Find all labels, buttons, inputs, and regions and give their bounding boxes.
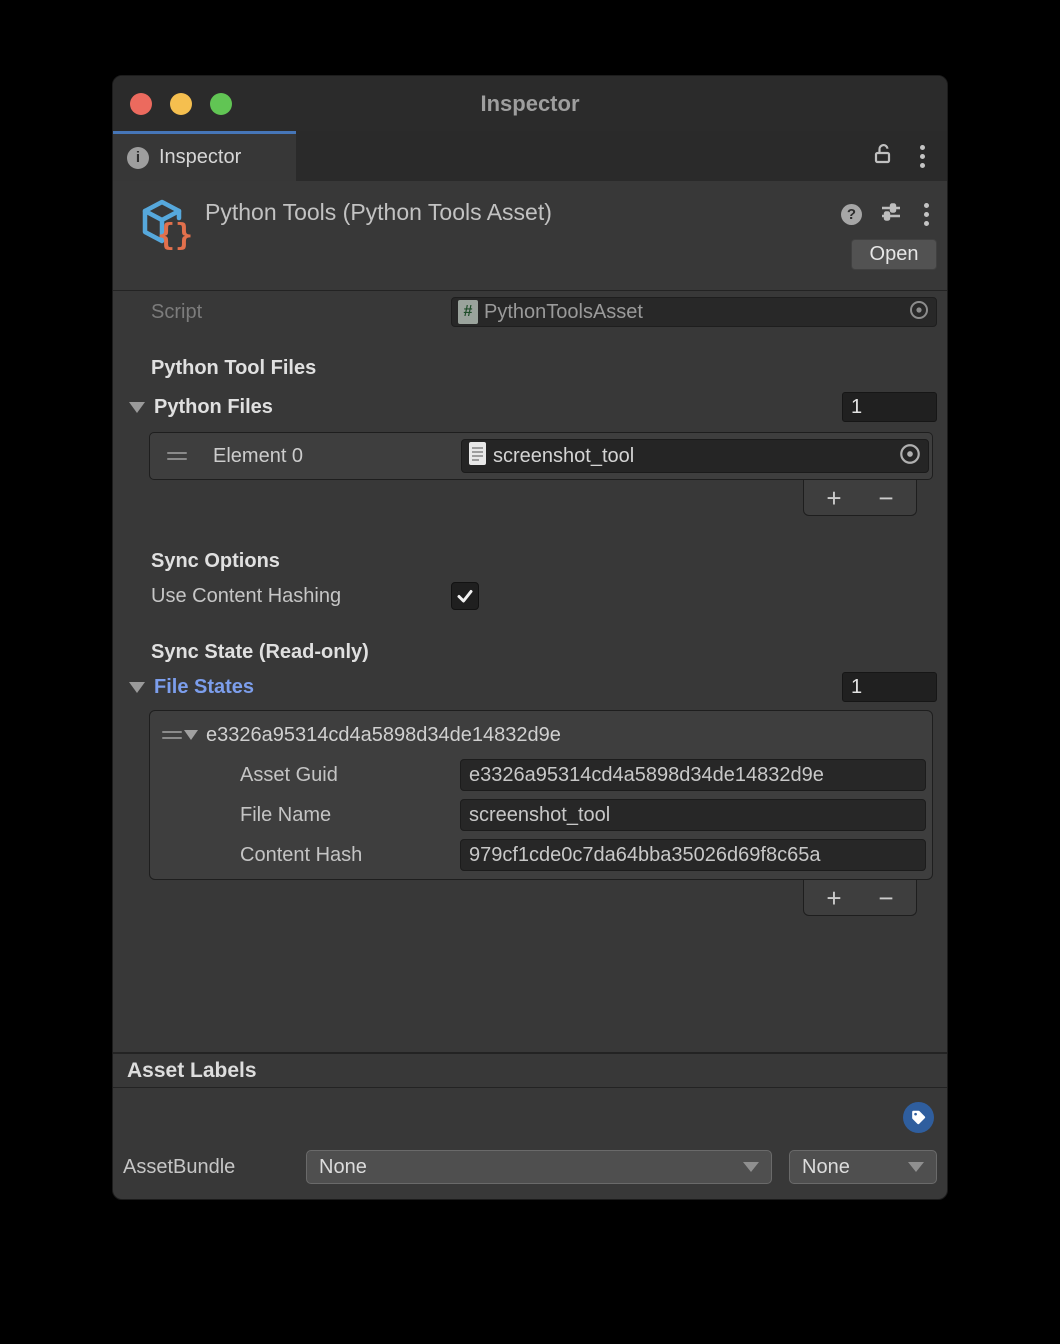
script-row: Script # PythonToolsAsset [113,297,947,327]
label-tag-button[interactable] [903,1102,934,1133]
presets-icon[interactable] [879,200,903,229]
svg-text:{}: {} [157,218,191,251]
remove-element-button[interactable]: − [864,485,908,511]
asset-bundle-label: AssetBundle [123,1156,306,1179]
asset-guid-field[interactable]: e3326a95314cd4a5898d34de14832d9e [460,759,926,791]
zoom-window-button[interactable] [210,93,232,115]
file-state-guid-title: e3326a95314cd4a5898d34de14832d9e [206,724,561,747]
script-value: PythonToolsAsset [484,301,643,324]
script-object-field[interactable]: # PythonToolsAsset [451,297,937,327]
python-files-label[interactable]: Python Files [154,396,273,419]
checkmark-icon [455,586,475,606]
element-label: Element 0 [213,445,461,468]
titlebar: Inspector [113,76,947,131]
tab-inspector[interactable]: i Inspector [113,131,296,181]
tab-strip: i Inspector [113,131,947,181]
asset-guid-row: Asset Guid e3326a95314cd4a5898d34de14832… [150,759,926,791]
object-picker-icon[interactable] [908,299,930,326]
open-button[interactable]: Open [851,239,937,270]
asset-header: {} Python Tools (Python Tools Asset) ? O… [113,181,947,291]
content-hash-label: Content Hash [240,844,460,867]
element-value: screenshot_tool [493,445,634,468]
asset-guid-label: Asset Guid [240,764,460,787]
file-state-entry-header[interactable]: e3326a95314cd4a5898d34de14832d9e [150,719,926,751]
asset-labels-bar[interactable]: Asset Labels [113,1052,947,1088]
inspector-window: Inspector i Inspector [112,75,948,1200]
minimize-window-button[interactable] [170,93,192,115]
tab-menu-kebab-icon[interactable] [916,141,929,172]
tab-label: Inspector [159,146,241,169]
foldout-open-icon[interactable] [129,402,145,413]
foldout-open-icon[interactable] [129,682,145,693]
file-name-field[interactable]: screenshot_tool [460,799,926,831]
element-object-field[interactable]: screenshot_tool [461,439,929,473]
foldout-open-icon[interactable] [184,730,198,740]
add-file-state-button[interactable]: + [812,885,856,911]
file-name-label: File Name [240,804,460,827]
header-menu-kebab-icon[interactable] [920,199,933,230]
content-hash-row: Content Hash 979cf1cde0c7da64bba35026d69… [150,839,926,871]
unlock-icon[interactable] [870,141,896,172]
file-states-list: e3326a95314cd4a5898d34de14832d9e Asset G… [149,710,933,880]
sync-options-header: Sync Options [113,550,947,573]
python-tool-files-header: Python Tool Files [113,357,947,380]
asset-title: Python Tools (Python Tools Asset) [205,199,552,226]
asset-bundle-variant-value: None [802,1156,850,1179]
sync-state-header: Sync State (Read-only) [113,641,947,664]
remove-file-state-button[interactable]: − [864,885,908,911]
content-hash-field[interactable]: 979cf1cde0c7da64bba35026d69f8c65a [460,839,926,871]
traffic-lights [130,76,232,131]
chevron-down-icon [743,1162,759,1172]
drag-handle-icon[interactable] [162,731,182,739]
file-states-foldout-row: File States 1 [113,672,947,702]
python-files-size-field[interactable]: 1 [842,392,937,422]
tag-icon [909,1108,928,1127]
asset-bundle-dropdown[interactable]: None [306,1150,772,1184]
python-tools-asset-icon: {} [135,195,191,256]
drag-handle-icon[interactable] [167,452,187,460]
asset-bundle-variant-dropdown[interactable]: None [789,1150,937,1184]
info-icon: i [127,147,149,169]
list-footer: + − [803,480,917,516]
chevron-down-icon [908,1162,924,1172]
text-asset-icon [468,441,487,471]
list-item[interactable]: Element 0 screenshot_tool [153,436,929,476]
use-content-hashing-checkbox[interactable] [451,582,479,610]
use-content-hashing-row: Use Content Hashing [113,581,947,611]
object-picker-icon[interactable] [898,442,922,471]
python-files-foldout-row: Python Files 1 [113,392,947,422]
csharp-script-icon: # [458,300,478,324]
asset-labels-footer: AssetBundle None None [113,1088,947,1192]
file-states-footer: + − [803,880,917,916]
file-states-label[interactable]: File States [154,676,254,699]
asset-bundle-value: None [319,1156,367,1179]
file-name-row: File Name screenshot_tool [150,799,926,831]
asset-bundle-row: AssetBundle None None [123,1150,937,1184]
add-element-button[interactable]: + [812,485,856,511]
window-title: Inspector [480,91,579,117]
close-window-button[interactable] [130,93,152,115]
file-states-size-field[interactable]: 1 [842,672,937,702]
script-label: Script [151,301,451,324]
use-content-hashing-label: Use Content Hashing [151,585,451,608]
python-files-list: Element 0 screenshot_tool [149,432,933,480]
asset-labels-title: Asset Labels [127,1059,257,1083]
help-icon[interactable]: ? [841,204,862,225]
